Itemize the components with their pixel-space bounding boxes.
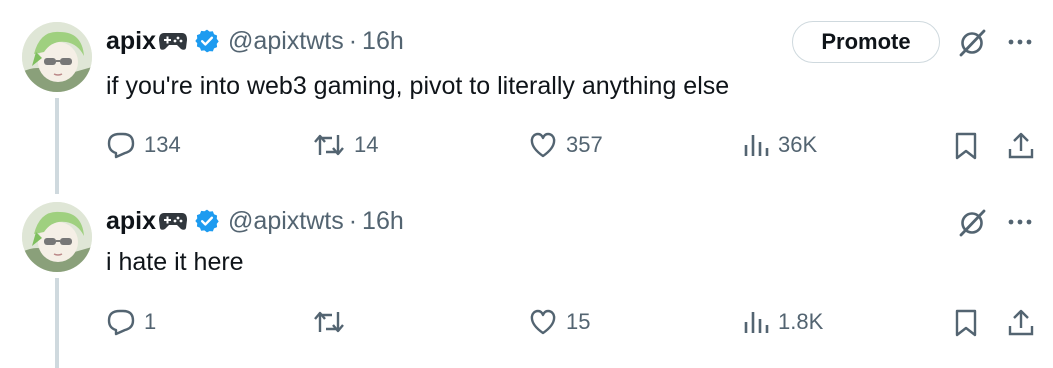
grok-icon[interactable]: [957, 28, 987, 63]
user-handle[interactable]: @apixtwts: [228, 207, 344, 236]
timestamp[interactable]: 16h: [362, 27, 404, 56]
display-name[interactable]: apix: [106, 27, 156, 56]
bookmark-icon: [953, 308, 979, 338]
reply-count: 134: [144, 132, 181, 157]
tweet[interactable]: apix @apixtwts · 16h Promote if you're i…: [0, 0, 1053, 194]
verified-badge-icon[interactable]: [194, 28, 220, 54]
repost-icon: [312, 131, 346, 159]
share-button[interactable]: [1006, 308, 1036, 338]
timestamp[interactable]: 16h: [362, 207, 404, 236]
like-icon: [528, 308, 558, 336]
more-icon[interactable]: [1005, 30, 1035, 59]
views-button[interactable]: 36K: [742, 131, 817, 159]
views-icon: [742, 131, 770, 159]
display-name[interactable]: apix: [106, 207, 156, 236]
reply-icon: [106, 308, 136, 336]
repost-count: 14: [354, 132, 379, 157]
avatar[interactable]: [22, 202, 92, 272]
repost-button[interactable]: [312, 308, 354, 336]
tweet[interactable]: apix @apixtwts · 16h i hate it here 1 15…: [0, 180, 1053, 368]
like-button[interactable]: 357: [528, 131, 603, 159]
separator-dot: ·: [348, 26, 358, 55]
reply-button[interactable]: 134: [106, 131, 181, 159]
tweet-text: i hate it here: [106, 248, 244, 276]
tweet-header: apix @apixtwts · 16h: [106, 24, 404, 58]
bookmark-button[interactable]: [953, 131, 979, 161]
like-count: 15: [566, 309, 591, 334]
avatar[interactable]: [22, 22, 92, 92]
like-count: 357: [566, 132, 603, 157]
reply-button[interactable]: 1: [106, 308, 156, 336]
views-count: 1.8K: [778, 309, 824, 334]
reply-count: 1: [144, 309, 157, 334]
share-icon: [1006, 131, 1036, 161]
tweet-header: apix @apixtwts · 16h: [106, 204, 404, 238]
user-handle[interactable]: @apixtwts: [228, 27, 344, 56]
gamepad-icon: [158, 30, 188, 52]
share-button[interactable]: [1006, 131, 1036, 161]
separator-dot: ·: [348, 206, 358, 235]
views-button[interactable]: 1.8K: [742, 308, 823, 336]
reply-icon: [106, 131, 136, 159]
bookmark-icon: [953, 131, 979, 161]
more-icon[interactable]: [1005, 210, 1035, 239]
tweet-text: if you're into web3 gaming, pivot to lit…: [106, 72, 730, 100]
promote-button[interactable]: Promote: [792, 21, 940, 63]
views-count: 36K: [778, 132, 818, 157]
repost-icon: [312, 308, 346, 336]
bookmark-button[interactable]: [953, 308, 979, 338]
views-icon: [742, 308, 770, 336]
thread-line: [55, 278, 59, 368]
verified-badge-icon[interactable]: [194, 208, 220, 234]
grok-icon[interactable]: [957, 208, 987, 243]
share-icon: [1006, 308, 1036, 338]
repost-button[interactable]: 14: [312, 131, 378, 159]
like-icon: [528, 131, 558, 159]
like-button[interactable]: 15: [528, 308, 590, 336]
gamepad-icon: [158, 210, 188, 232]
